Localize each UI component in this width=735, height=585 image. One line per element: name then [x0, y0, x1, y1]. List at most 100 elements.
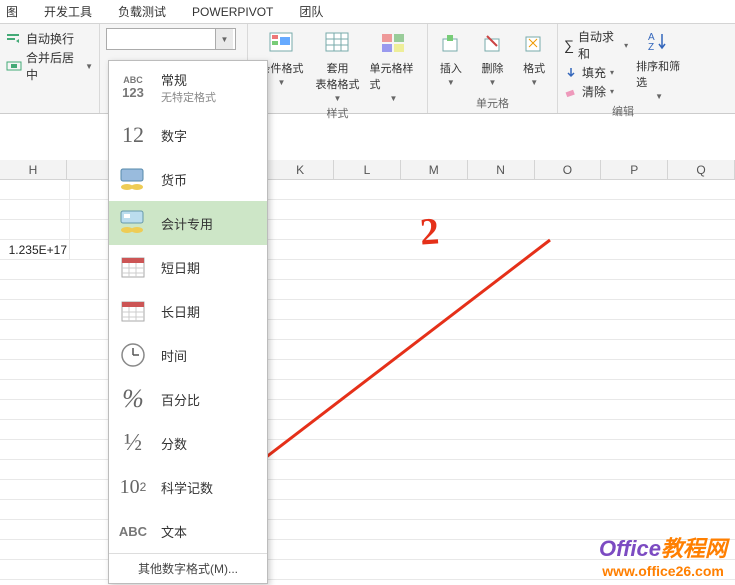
btn-label: 排序和筛选	[636, 58, 682, 90]
cell-styles-button[interactable]: 单元格样式 ▼	[370, 30, 418, 103]
format-accounting[interactable]: 会计专用	[109, 201, 267, 245]
sigma-icon: ∑	[564, 37, 574, 53]
format-scientific[interactable]: 102 科学记数	[109, 465, 267, 509]
col-header[interactable]: L	[334, 160, 401, 179]
currency-icon	[115, 161, 151, 197]
btn-label: 插入	[440, 60, 462, 76]
item-label: 时间	[161, 346, 187, 365]
item-label: 常规	[161, 70, 216, 89]
delete-icon	[482, 33, 504, 55]
chevron-down-icon: ▾	[610, 87, 614, 96]
clock-icon	[115, 337, 151, 373]
number-format-input[interactable]	[107, 30, 215, 48]
group-label: 编辑	[564, 103, 682, 119]
annotation-2: 2	[418, 209, 440, 254]
scientific-icon: 102	[115, 469, 151, 505]
autosum-button[interactable]: ∑自动求和 ▾	[564, 28, 628, 62]
group-alignment: 自动换行 合并后居中 ▼	[0, 24, 100, 113]
fill-button[interactable]: 填充 ▾	[564, 64, 628, 81]
chevron-down-icon: ▼	[278, 78, 286, 87]
chevron-down-icon: ▼	[489, 78, 497, 87]
clear-button[interactable]: 清除 ▾	[564, 83, 628, 100]
group-editing: ∑自动求和 ▾ 填充 ▾ 清除 ▾ AZ 排序和筛选▼ 编辑	[558, 24, 688, 113]
format-long-date[interactable]: 长日期	[109, 289, 267, 333]
more-number-formats[interactable]: 其他数字格式(M)...	[109, 553, 267, 583]
delete-button[interactable]: 删除 ▼	[476, 30, 510, 93]
item-label: 分数	[161, 434, 187, 453]
menu-item[interactable]: POWERPIVOT	[192, 5, 273, 19]
group-styles: 条件格式 ▼ 套用 表格格式 ▼ 单元格样式 ▼ 样式	[248, 24, 428, 113]
item-sub: 无特定格式	[161, 89, 216, 105]
wrap-text-button[interactable]: 自动换行	[6, 30, 93, 47]
merge-center-button[interactable]: 合并后居中 ▼	[6, 49, 93, 83]
btn-label: 填充	[582, 64, 606, 81]
general-icon: ABC123	[115, 69, 151, 105]
calendar-icon	[115, 249, 151, 285]
item-label: 短日期	[161, 258, 200, 277]
svg-text:Z: Z	[648, 42, 654, 53]
format-short-date[interactable]: 短日期	[109, 245, 267, 289]
format-number[interactable]: 12 数字	[109, 113, 267, 157]
chevron-down-icon: ▾	[610, 68, 614, 77]
menu-bar: 图 开发工具 负载测试 POWERPIVOT 团队	[0, 0, 735, 24]
col-header[interactable]: K	[267, 160, 334, 179]
group-label: 单元格	[434, 95, 551, 111]
wm-brand: Office	[599, 536, 661, 561]
format-text[interactable]: ABC 文本	[109, 509, 267, 553]
menu-item[interactable]: 图	[6, 3, 18, 20]
item-label: 文本	[161, 522, 187, 541]
format-as-table-button[interactable]: 套用 表格格式 ▼	[314, 30, 362, 103]
item-label: 货币	[161, 170, 187, 189]
menu-item[interactable]: 团队	[299, 3, 323, 20]
col-header[interactable]: M	[401, 160, 468, 179]
number-icon: 12	[115, 117, 151, 153]
chevron-down-icon: ▼	[390, 94, 398, 103]
sort-icon: AZ	[646, 30, 672, 54]
format-currency[interactable]: 货币	[109, 157, 267, 201]
col-header[interactable]: N	[468, 160, 535, 179]
table-icon	[324, 31, 352, 57]
btn-label: 格式	[523, 60, 545, 76]
number-format-combo[interactable]: ▼	[106, 28, 236, 50]
cell-style-icon	[380, 31, 408, 57]
menu-item[interactable]: 负载测试	[118, 3, 166, 20]
btn-label: 删除	[482, 60, 504, 76]
format-icon	[523, 33, 545, 55]
insert-button[interactable]: 插入▼	[434, 30, 468, 93]
insert-icon	[440, 33, 462, 55]
chevron-down-icon: ▾	[624, 41, 628, 50]
cell-value[interactable]: 1.235E+17	[0, 240, 70, 259]
btn-label: 清除	[582, 83, 606, 100]
col-header[interactable]: O	[535, 160, 602, 179]
format-fraction[interactable]: ½ 分数	[109, 421, 267, 465]
format-percentage[interactable]: % 百分比	[109, 377, 267, 421]
wrap-label: 自动换行	[26, 30, 74, 47]
group-label: 样式	[254, 105, 421, 121]
btn-label: 套用 表格格式	[316, 60, 360, 92]
menu-item[interactable]: 开发工具	[44, 3, 92, 20]
watermark: Office教程网 www.office26.com	[599, 531, 727, 579]
col-header[interactable]: P	[601, 160, 668, 179]
col-header[interactable]: Q	[668, 160, 735, 179]
format-button[interactable]: 格式 ▼	[517, 30, 551, 93]
format-time[interactable]: 时间	[109, 333, 267, 377]
group-cells: 插入▼ 删除 ▼ 格式 ▼ 单元格	[428, 24, 558, 113]
item-label: 百分比	[161, 390, 200, 409]
btn-label: 自动求和	[578, 28, 620, 62]
number-format-dropdown-button[interactable]: ▼	[215, 29, 233, 49]
cond-format-icon	[268, 31, 296, 57]
chevron-down-icon: ▼	[530, 78, 538, 87]
item-label: 科学记数	[161, 478, 213, 497]
wm-brand2: 教程网	[661, 536, 727, 561]
merge-label: 合并后居中	[26, 49, 81, 83]
accounting-icon	[115, 205, 151, 241]
col-header[interactable]: H	[0, 160, 67, 179]
text-icon: ABC	[115, 513, 151, 549]
fill-icon	[564, 66, 578, 80]
chevron-down-icon: ▼	[334, 94, 342, 103]
sort-filter-button[interactable]: AZ 排序和筛选▼	[636, 28, 682, 101]
format-general[interactable]: ABC123 常规无特定格式	[109, 61, 267, 113]
chevron-down-icon: ▼	[85, 62, 93, 71]
wrap-icon	[6, 31, 22, 47]
btn-label: 单元格样式	[370, 60, 418, 92]
